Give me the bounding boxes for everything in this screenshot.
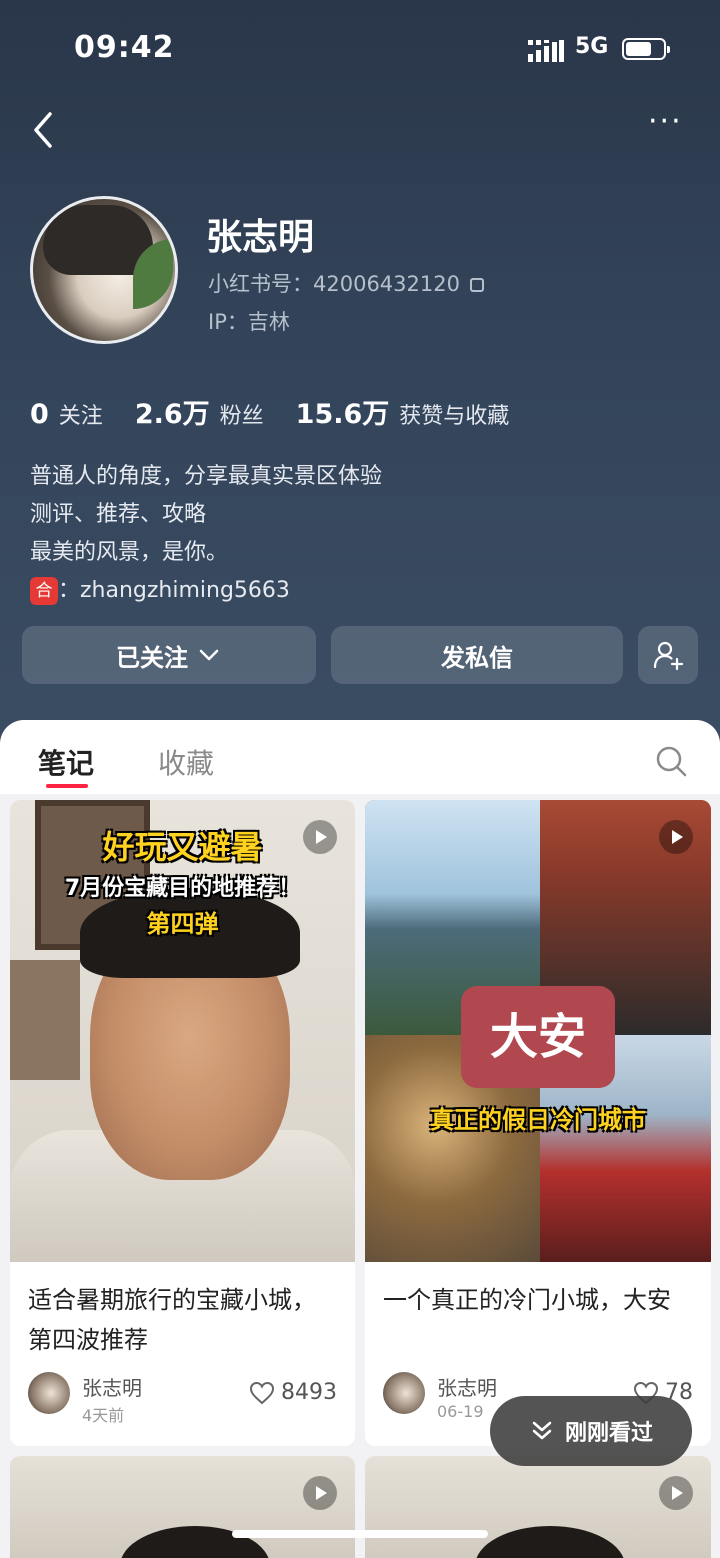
play-icon <box>303 1476 337 1510</box>
avatar[interactable] <box>30 196 178 344</box>
home-indicator[interactable] <box>232 1530 488 1538</box>
play-icon <box>659 1476 693 1510</box>
more-icon[interactable]: ··· <box>648 107 692 142</box>
double-chevron-down-icon <box>532 1421 552 1440</box>
status-time: 09:42 <box>74 30 175 65</box>
stat-label: 关注 <box>58 404 103 429</box>
profile-bio: 普通人的角度，分享最真实景区体验 测评、推荐、攻略 最美的风景，是你。 合：zh… <box>30 458 382 610</box>
stat-label: 粉丝 <box>219 404 264 429</box>
author-name[interactable]: 张志明 <box>82 1372 142 1401</box>
message-button[interactable]: 发私信 <box>331 626 623 684</box>
tab-underline <box>46 784 88 788</box>
author-name[interactable]: 张志明 <box>437 1372 497 1401</box>
tab-collections[interactable]: 收藏 <box>158 742 214 782</box>
thumb-overlay-badge: 大安 <box>461 986 615 1088</box>
post-time: 06-19 <box>437 1402 484 1421</box>
note-title[interactable]: 一个真正的冷门小城，大安 <box>383 1280 695 1320</box>
status-bar: 09:42 5G <box>0 28 720 68</box>
tab-bar: 笔记 收藏 <box>0 720 720 794</box>
red-id-text: 小红书号：42006432120 <box>208 272 460 296</box>
like-button[interactable]: 8493 <box>249 1380 337 1405</box>
note-thumbnail[interactable]: 好玩又避暑 7月份宝藏目的地推荐！ 第四弹 <box>10 800 355 1262</box>
back-icon[interactable] <box>24 108 64 152</box>
play-icon <box>659 820 693 854</box>
note-thumbnail[interactable] <box>10 1456 355 1558</box>
stat-value: 0 <box>30 399 49 430</box>
bio-line: 普通人的角度，分享最真实景区体验 <box>30 464 383 489</box>
recently-viewed-button[interactable]: 刚刚看过 <box>490 1396 692 1466</box>
post-time: 4天前 <box>82 1406 125 1425</box>
red-id[interactable]: 小红书号：42006432120 <box>208 268 484 298</box>
play-icon <box>303 820 337 854</box>
search-icon[interactable] <box>654 744 688 778</box>
bio-contact: 合：zhangzhiming5663 <box>30 572 382 610</box>
note-card[interactable]: 好玩又避暑 7月份宝藏目的地推荐！ 第四弹 适合暑期旅行的宝藏小城，第四波推荐 … <box>10 800 355 1446</box>
follow-button[interactable]: 已关注 <box>22 626 316 684</box>
add-friend-button[interactable] <box>638 626 698 684</box>
thumb-overlay-tag: 第四弹 <box>146 910 219 938</box>
thumb-overlay-caption: 真正的假日冷门城市 <box>430 1106 646 1134</box>
bio-line: 最美的风景，是你。 <box>30 540 229 565</box>
thumb-overlay-title: 好玩又避暑 <box>102 828 263 866</box>
author-avatar[interactable] <box>28 1372 70 1414</box>
stat-value: 2.6万 <box>134 399 210 430</box>
add-friend-icon <box>653 641 684 671</box>
battery-icon <box>622 38 670 60</box>
note-card[interactable] <box>10 1456 355 1558</box>
chevron-down-icon <box>199 649 219 661</box>
note-card[interactable] <box>365 1456 711 1558</box>
note-thumbnail[interactable] <box>365 1456 711 1558</box>
stat-followers[interactable]: 2.6万 粉丝 <box>135 392 264 431</box>
stat-following[interactable]: 0 关注 <box>30 398 103 430</box>
network-label: 5G <box>575 34 609 59</box>
thumb-wall-notice <box>10 960 80 1080</box>
battery-level <box>626 42 651 56</box>
profile-name: 张志明 <box>206 217 315 258</box>
stat-value: 15.6万 <box>295 399 390 430</box>
note-thumbnail[interactable]: 大安 真正的假日冷门城市 <box>365 800 711 1262</box>
thumb-hair <box>475 1526 625 1558</box>
contact-tag-icon: 合 <box>30 577 58 605</box>
signal-icon <box>528 40 564 62</box>
copy-icon[interactable] <box>469 278 484 292</box>
stat-likes-collects[interactable]: 15.6万 获赞与收藏 <box>296 392 510 431</box>
note-title[interactable]: 适合暑期旅行的宝藏小城，第四波推荐 <box>28 1280 339 1360</box>
note-card[interactable]: 大安 真正的假日冷门城市 一个真正的冷门小城，大安 张志明 06-19 78 <box>365 800 711 1446</box>
ip-location: IP：吉林 <box>208 310 290 334</box>
contact-text: ：zhangzhiming5663 <box>58 578 290 603</box>
stat-label: 获赞与收藏 <box>399 404 510 429</box>
author-avatar[interactable] <box>383 1372 425 1414</box>
bio-line: 测评、推荐、攻略 <box>30 502 207 527</box>
profile-stats: 0 关注 2.6万 粉丝 15.6万 获赞与收藏 <box>30 392 541 431</box>
recently-viewed-label: 刚刚看过 <box>564 1421 653 1446</box>
profile-header: 09:42 5G ··· 张志明 小红书号：42006432120 IP：吉林 … <box>0 0 720 750</box>
follow-label: 已关注 <box>116 643 188 672</box>
like-count: 8493 <box>281 1380 337 1405</box>
tab-notes[interactable]: 笔记 <box>38 742 94 782</box>
thumb-overlay-subtitle: 7月份宝藏目的地推荐！ <box>64 876 301 901</box>
message-label: 发私信 <box>441 643 513 672</box>
heart-icon <box>249 1381 275 1404</box>
